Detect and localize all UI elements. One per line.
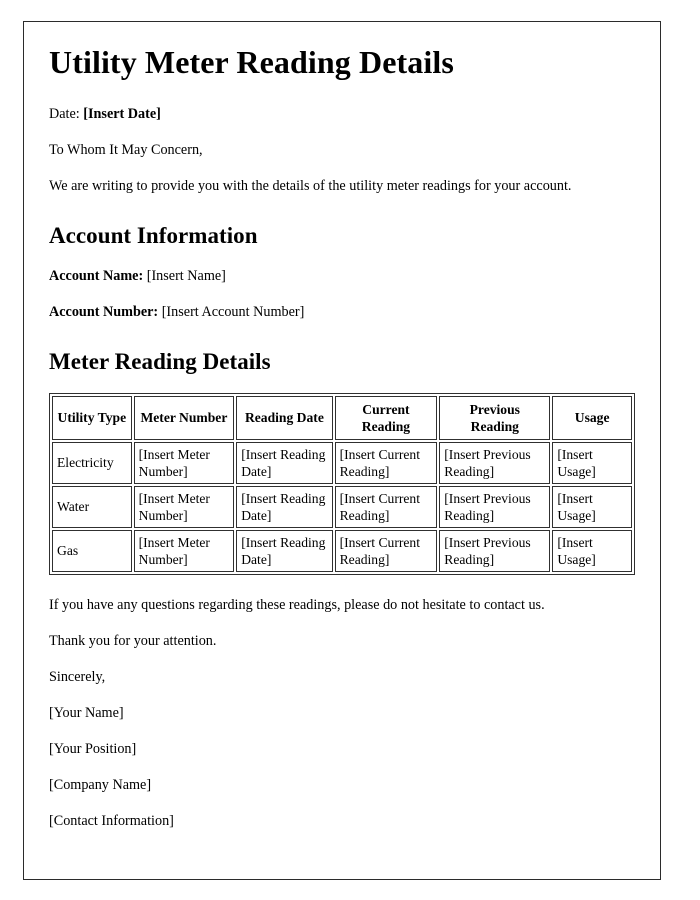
cell-current-reading: [Insert Current Reading] bbox=[334, 485, 438, 528]
cell-meter-number: [Insert Meter Number] bbox=[133, 529, 235, 572]
intro-paragraph: We are writing to provide you with the d… bbox=[49, 177, 572, 194]
signature-line-contact-information: [Contact Information] bbox=[49, 812, 174, 829]
table-row: Electricity [Insert Meter Number] [Inser… bbox=[52, 441, 632, 484]
date-line: Date: [Insert Date] bbox=[49, 104, 589, 124]
cell-usage: [Insert Usage] bbox=[552, 485, 632, 528]
cell-previous-reading: [Insert Previous Reading] bbox=[439, 485, 551, 528]
document-body: Utility Meter Reading Details Date: [Ins… bbox=[49, 44, 640, 869]
column-header-usage: Usage bbox=[552, 395, 632, 440]
cell-current-reading: [Insert Current Reading] bbox=[334, 529, 438, 572]
closing-thanks-paragraph: Thank you for your attention. bbox=[49, 632, 217, 649]
field-account-number-value: [Insert Account Number] bbox=[161, 304, 305, 321]
field-account-name-value: [Insert Name] bbox=[146, 268, 226, 285]
salutation: To Whom It May Concern, bbox=[49, 141, 203, 158]
date-label: Date: bbox=[49, 105, 80, 122]
signature-line-your-name: [Your Name] bbox=[49, 704, 124, 721]
date-value: [Insert Date] bbox=[83, 105, 161, 122]
cell-meter-number: [Insert Meter Number] bbox=[133, 441, 235, 484]
cell-reading-date: [Insert Reading Date] bbox=[236, 529, 333, 572]
cell-utility-type: Water bbox=[52, 485, 132, 528]
signature-line-your-position: [Your Position] bbox=[49, 740, 137, 757]
cell-usage: [Insert Usage] bbox=[552, 529, 632, 572]
closing-sign-off: Sincerely, bbox=[49, 668, 106, 685]
table-row: Water [Insert Meter Number] [Insert Read… bbox=[52, 485, 632, 528]
section-heading-account-information: Account Information bbox=[49, 222, 258, 248]
field-account-name-label: Account Name: bbox=[49, 268, 144, 285]
field-account-name: Account Name: [Insert Name] bbox=[49, 266, 640, 286]
page-title: Utility Meter Reading Details bbox=[49, 44, 454, 80]
column-header-utility-type: Utility Type bbox=[52, 395, 132, 440]
page-frame: Utility Meter Reading Details Date: [Ins… bbox=[23, 21, 661, 880]
table-row: Gas [Insert Meter Number] [Insert Readin… bbox=[52, 529, 632, 572]
cell-current-reading: [Insert Current Reading] bbox=[334, 441, 438, 484]
field-account-number-label: Account Number: bbox=[49, 304, 159, 321]
column-header-previous-reading: Previous Reading bbox=[439, 395, 551, 440]
table-header-row: Utility Type Meter Number Reading Date C… bbox=[52, 395, 632, 440]
closing-questions-paragraph: If you have any questions regarding thes… bbox=[49, 596, 545, 613]
cell-reading-date: [Insert Reading Date] bbox=[236, 485, 333, 528]
column-header-reading-date: Reading Date bbox=[236, 395, 333, 440]
meter-reading-table: Utility Type Meter Number Reading Date C… bbox=[49, 392, 635, 575]
cell-utility-type: Gas bbox=[52, 529, 132, 572]
field-account-number: Account Number: [Insert Account Number] bbox=[49, 302, 640, 322]
cell-reading-date: [Insert Reading Date] bbox=[236, 441, 333, 484]
column-header-meter-number: Meter Number bbox=[133, 395, 235, 440]
closing-block: If you have any questions regarding thes… bbox=[49, 595, 640, 831]
signature-line-company-name: [Company Name] bbox=[49, 776, 152, 793]
cell-previous-reading: [Insert Previous Reading] bbox=[439, 529, 551, 572]
cell-utility-type: Electricity bbox=[52, 441, 132, 484]
column-header-current-reading: Current Reading bbox=[334, 395, 438, 440]
cell-previous-reading: [Insert Previous Reading] bbox=[439, 441, 551, 484]
cell-meter-number: [Insert Meter Number] bbox=[133, 485, 235, 528]
section-heading-meter-reading-details: Meter Reading Details bbox=[49, 349, 271, 375]
cell-usage: [Insert Usage] bbox=[552, 441, 632, 484]
